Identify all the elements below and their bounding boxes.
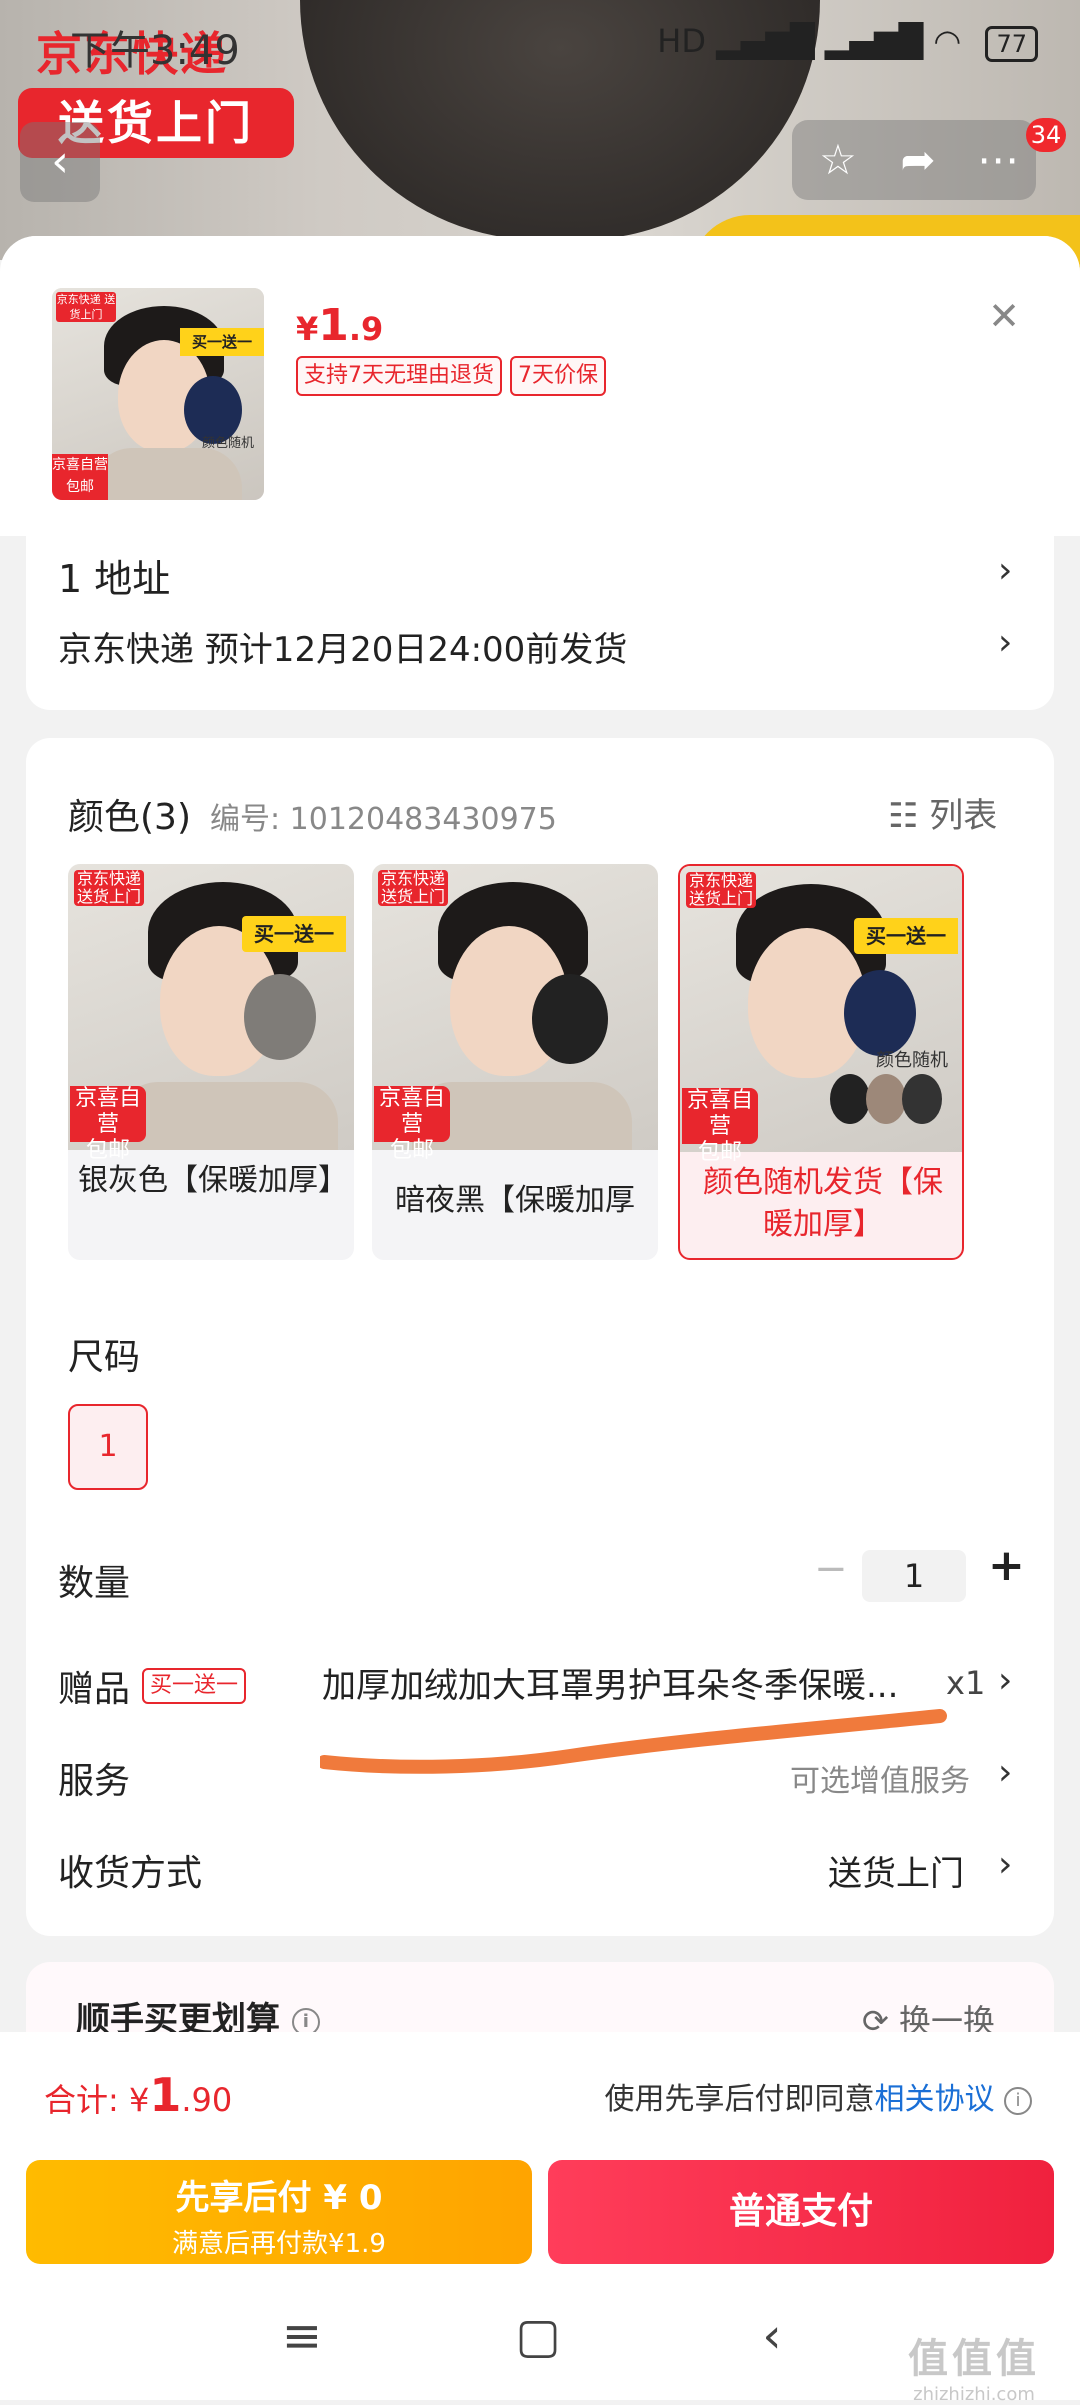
price-decimal: .9 <box>348 310 384 348</box>
option-jd-label: 京东快递 送货上门 <box>686 872 756 908</box>
list-icon: ☷ <box>888 796 930 836</box>
color-option-random[interactable]: 京东快递 送货上门 买一送一 颜色随机 京喜自营 包邮 颜色随机发货【保暖加厚】 <box>678 864 964 1260</box>
thumb-self-operated: 京喜自营 <box>52 457 108 473</box>
total-currency: ¥ <box>128 2081 150 2119</box>
thumb-random-label: 颜色随机 <box>202 436 255 451</box>
option-bogo-label: 买一送一 <box>854 918 958 954</box>
product-thumbnail[interactable]: 京东快递 送货上门 买一送一 颜色随机 京喜自营 包邮 <box>52 288 264 500</box>
agreement-link[interactable]: 相关协议 <box>874 2082 994 2117</box>
battery-icon: 77 <box>985 26 1038 62</box>
chevron-left-icon: ‹ <box>51 136 69 187</box>
total-label: 合计: <box>44 2081 129 2119</box>
color-title: 颜色(3) <box>68 797 191 838</box>
thumb-jd-label: 京东快递 送货上门 <box>56 292 116 322</box>
option-self-operated: 京喜自营 <box>378 1086 445 1137</box>
option-random-label: 颜色随机 <box>876 1050 948 1071</box>
pay-later-button[interactable]: 先享后付 ¥ 0 满意后再付款¥1.9 <box>26 2160 532 2264</box>
home-square-icon[interactable]: ▢ <box>508 2306 568 2366</box>
agreement-prefix: 使用先享后付即同意 <box>604 2082 875 2117</box>
chevron-right-icon[interactable]: › <box>998 1844 1012 1885</box>
option-jd-label: 京东快递 送货上门 <box>378 870 448 906</box>
total-decimal: .90 <box>181 2081 233 2119</box>
color-option-label: 颜色随机发货【保暖加厚】 <box>703 1165 943 1242</box>
menu-icon[interactable]: ≡ <box>272 2306 332 2366</box>
pay-later-subtitle: 满意后再付款¥1.9 <box>172 2229 386 2259</box>
pay-later-title: 先享后付 ¥ 0 <box>175 2178 383 2218</box>
status-icons: HD ▂▄▆█ ▂▄▆█ ◠ 77 <box>657 22 1038 62</box>
product-price: ¥1.9 <box>296 300 383 351</box>
watermark-site: zhizhizhi.com <box>913 2384 1035 2405</box>
address-label[interactable]: 1 地址 <box>58 548 170 603</box>
delivery-label: 收货方式 <box>58 1853 203 1894</box>
price-protect-tag: 7天价保 <box>510 356 606 396</box>
message-count-badge: 34 <box>1026 118 1066 152</box>
wifi-icon: ◠ <box>933 22 962 60</box>
gift-label: 赠品 <box>58 1669 131 1710</box>
status-time: 下午3:49 <box>70 28 240 74</box>
normal-pay-button[interactable]: 普通支付 <box>548 2160 1054 2264</box>
shipping-estimate[interactable]: 京东快递 预计12月20日24:00前发货 <box>58 622 627 671</box>
list-label: 列表 <box>929 796 998 836</box>
option-free-ship-badge: 京喜自营 包邮 <box>682 1088 758 1165</box>
color-option-dark-black[interactable]: 京东快递 送货上门 京喜自营 包邮 暗夜黑【保暖加厚 <box>372 864 658 1260</box>
thumb-free-ship: 京喜自营 包邮 <box>52 454 108 500</box>
price-currency: ¥ <box>296 310 319 348</box>
signal-icon: ▂▄▆█ ▂▄▆█ <box>716 22 924 60</box>
option-free-ship-badge: 京喜自营 包邮 <box>70 1086 146 1163</box>
close-icon[interactable]: ✕ <box>980 292 1028 340</box>
chevron-right-icon[interactable]: › <box>998 550 1012 591</box>
size-title: 尺码 <box>68 1337 141 1378</box>
agreement-text: 使用先享后付即同意相关协议 i <box>604 2074 1032 2118</box>
option-free-ship-badge: 京喜自营 包邮 <box>374 1086 450 1163</box>
total-price: 合计: ¥1.90 <box>44 2068 232 2122</box>
quantity-input[interactable]: 1 <box>862 1550 966 1602</box>
network-type: HD <box>657 22 717 60</box>
price-integer: 1 <box>318 300 349 351</box>
service-value[interactable]: 可选增值服务 <box>790 1756 970 1800</box>
size-option-1[interactable]: 1 <box>68 1404 148 1490</box>
gift-count: x1 <box>946 1664 986 1702</box>
option-jd-label: 京东快递 送货上门 <box>74 870 144 906</box>
return-policy-tag: 支持7天无理由退货 <box>296 356 502 396</box>
thumb-bogo-label: 买一送一 <box>180 328 264 356</box>
more-icon[interactable]: ⋯ <box>968 130 1028 190</box>
site-watermark: 值值值 zhizhizhi.com <box>908 2326 1040 2405</box>
option-free-ship-text: 包邮 <box>389 1138 434 1163</box>
option-self-operated: 京喜自营 <box>74 1086 141 1137</box>
thumb-free-ship-text: 包邮 <box>66 479 94 495</box>
color-option-label: 暗夜黑【保暖加厚 <box>395 1183 635 1218</box>
watermark-brand: 值值值 <box>908 2336 1040 2382</box>
gift-bogo-tag: 买一送一 <box>142 1668 247 1704</box>
quantity-plus-button[interactable]: + <box>988 1540 1025 1591</box>
sku-code: 编号: 10120483430975 <box>210 802 557 837</box>
option-bogo-label: 买一送一 <box>242 916 346 952</box>
chevron-right-icon[interactable]: › <box>998 622 1012 663</box>
back-button[interactable]: ‹ <box>20 122 100 202</box>
color-option-label: 银灰色【保暖加厚】 <box>78 1163 348 1198</box>
quantity-minus-button[interactable]: − <box>814 1546 848 1592</box>
address-card <box>26 530 1054 710</box>
info-icon[interactable]: i <box>1004 2086 1032 2115</box>
status-bar: 下午3:49 HD ▂▄▆█ ▂▄▆█ ◠ 77 <box>0 0 1080 90</box>
chevron-right-icon[interactable]: › <box>998 1660 1012 1701</box>
option-self-operated: 京喜自营 <box>686 1088 753 1139</box>
delivery-value[interactable]: 送货上门 <box>828 1846 964 1895</box>
back-arrow-icon[interactable]: ‹ <box>742 2306 802 2366</box>
favorite-star-icon[interactable]: ☆ <box>808 130 868 190</box>
chevron-right-icon[interactable]: › <box>998 1752 1012 1793</box>
share-icon[interactable]: ➦ <box>888 130 948 190</box>
color-option-silver-gray[interactable]: 京东快递 送货上门 买一送一 京喜自营 包邮 银灰色【保暖加厚】 <box>68 864 354 1260</box>
list-view-toggle[interactable]: ☷ 列表 <box>888 788 997 837</box>
total-integer: 1 <box>149 2068 182 2122</box>
service-label: 服务 <box>58 1761 131 1802</box>
quantity-label: 数量 <box>58 1563 131 1604</box>
